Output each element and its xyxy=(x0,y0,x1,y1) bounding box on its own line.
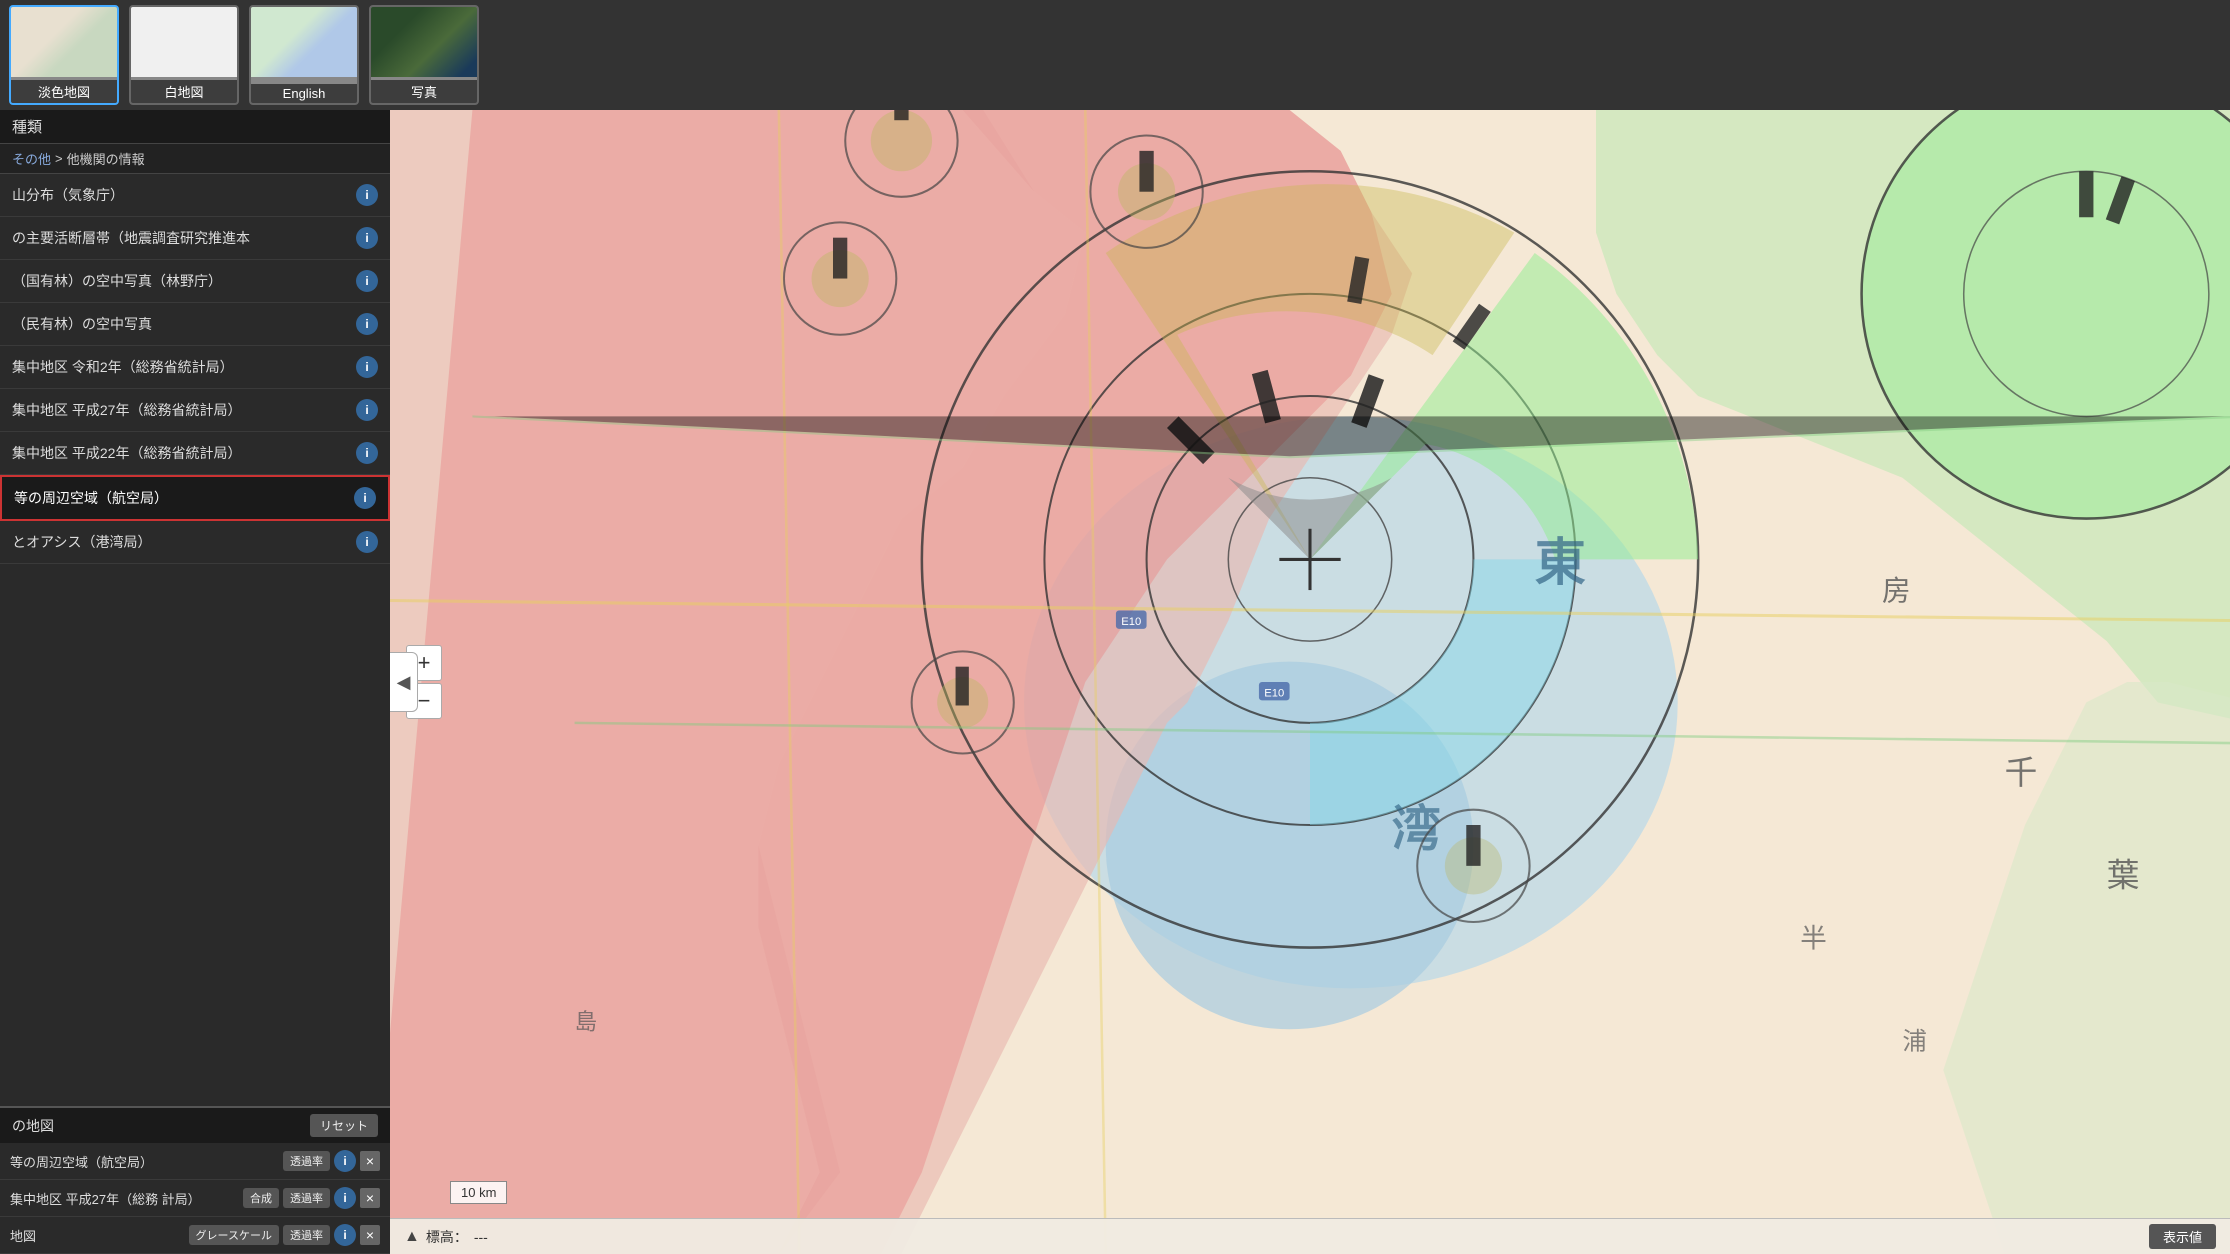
control-btn-active1-透過率[interactable]: 透過率 xyxy=(283,1151,330,1171)
active-info-btn-active2[interactable]: i xyxy=(334,1187,356,1209)
active-layer-name-active2: 集中地区 平成27年（総務 計局） xyxy=(10,1189,239,1208)
layer-name-layer6: 集中地区 平成27年（総務省統計局） xyxy=(12,400,241,420)
layer-item-layer9[interactable]: とオアシス（港湾局） i xyxy=(0,521,390,564)
close-btn-active2[interactable]: × xyxy=(360,1188,380,1208)
layer-list: 山分布（気象庁） i の主要活断層帯（地震調査研究推進本 i （国有林）の空中写… xyxy=(0,174,390,1106)
map-type-btn-tansyoku[interactable]: 淡色地図 xyxy=(9,5,119,105)
svg-text:半: 半 xyxy=(1800,924,1827,954)
btn-label-photo: 写真 xyxy=(371,80,477,103)
active-info-btn-active3[interactable]: i xyxy=(334,1224,356,1246)
active-layer-name-active1: 等の周辺空域（航空局） xyxy=(10,1152,279,1171)
info-btn-layer5[interactable]: i xyxy=(356,356,378,378)
map-svg: 東 湾 xyxy=(390,110,2230,1254)
control-btn-active2-透過率[interactable]: 透過率 xyxy=(283,1188,330,1208)
elevation-value: --- xyxy=(474,1229,488,1245)
svg-text:E10: E10 xyxy=(1121,616,1141,628)
info-btn-layer6[interactable]: i xyxy=(356,399,378,421)
info-btn-layer1[interactable]: i xyxy=(356,184,378,206)
layer-item-layer6[interactable]: 集中地区 平成27年（総務省統計局） i xyxy=(0,389,390,432)
active-layer-name-active3: 地図 xyxy=(10,1226,185,1245)
reset-button[interactable]: リセット xyxy=(310,1114,378,1137)
compass-icon: ▲ xyxy=(404,1228,420,1246)
info-btn-layer8[interactable]: i xyxy=(354,487,376,509)
close-btn-active3[interactable]: × xyxy=(360,1225,380,1245)
layer-name-layer4: （民有林）の空中写真 xyxy=(12,314,152,334)
layer-name-layer1: 山分布（気象庁） xyxy=(12,185,124,205)
top-bar: 淡色地図 白地図 English 写真 xyxy=(0,0,2230,110)
display-value-button[interactable]: 表示値 xyxy=(2149,1224,2216,1249)
svg-text:東: 東 xyxy=(1535,534,1586,591)
layer-name-layer3: （国有林）の空中写真（林野庁） xyxy=(12,271,222,291)
btn-preview-haku xyxy=(131,7,237,77)
control-btn-active3-グレースケール[interactable]: グレースケール xyxy=(189,1225,279,1245)
layer-name-layer2: の主要活断層帯（地震調査研究推進本 xyxy=(12,228,250,248)
layer-item-layer7[interactable]: 集中地区 平成22年（総務省統計局） i xyxy=(0,432,390,475)
main-layout: 種類 その他 > 他機関の情報 山分布（気象庁） i の主要活断層帯（地震調査研… xyxy=(0,110,2230,1254)
info-btn-layer2[interactable]: i xyxy=(356,227,378,249)
breadcrumb-parent[interactable]: その他 xyxy=(12,149,51,168)
breadcrumb: その他 > 他機関の情報 xyxy=(0,144,390,174)
btn-preview-english xyxy=(251,7,357,77)
layer-item-layer4[interactable]: （民有林）の空中写真 i xyxy=(0,303,390,346)
layer-name-layer8: 等の周辺空域（航空局） xyxy=(14,488,168,508)
layer-item-layer5[interactable]: 集中地区 令和2年（総務省統計局） i xyxy=(0,346,390,389)
svg-text:房: 房 xyxy=(1882,575,1911,607)
layer-name-layer7: 集中地区 平成22年（総務省統計局） xyxy=(12,443,241,463)
map-type-btn-photo[interactable]: 写真 xyxy=(369,5,479,105)
btn-label-english: English xyxy=(251,84,357,103)
close-btn-active1[interactable]: × xyxy=(360,1151,380,1171)
control-btn-active3-透過率[interactable]: 透過率 xyxy=(283,1225,330,1245)
layer-name-layer5: 集中地区 令和2年（総務省統計局） xyxy=(12,357,234,377)
info-btn-layer9[interactable]: i xyxy=(356,531,378,553)
map-type-btn-english[interactable]: English xyxy=(249,5,359,105)
svg-text:浦: 浦 xyxy=(1902,1028,1926,1056)
map-type-btn-haku[interactable]: 白地図 xyxy=(129,5,239,105)
btn-preview-photo xyxy=(371,7,477,77)
active-layer-active1: 等の周辺空域（航空局） 透過率 i × xyxy=(0,1143,390,1180)
map-area[interactable]: 東 湾 xyxy=(390,110,2230,1254)
info-btn-layer3[interactable]: i xyxy=(356,270,378,292)
layer-item-layer1[interactable]: 山分布（気象庁） i xyxy=(0,174,390,217)
svg-text:葉: 葉 xyxy=(2107,856,2140,893)
control-btn-active2-合成[interactable]: 合成 xyxy=(243,1188,279,1208)
elevation-display: ▲ 標高： --- xyxy=(404,1227,488,1247)
btn-label-tansyoku: 淡色地図 xyxy=(11,80,117,103)
btn-label-haku: 白地図 xyxy=(131,80,237,103)
active-layer-list: 等の周辺空域（航空局） 透過率 i × 集中地区 平成27年（総務 計局） 合成… xyxy=(0,1143,390,1254)
status-bar: ▲ 標高： --- 表示値 xyxy=(390,1218,2230,1254)
svg-text:千: 千 xyxy=(2005,754,2038,791)
section-title: 種類 xyxy=(0,110,390,144)
active-layer-active2: 集中地区 平成27年（総務 計局） 合成透過率 i × xyxy=(0,1180,390,1217)
breadcrumb-current: 他機関の情報 xyxy=(67,149,145,168)
layer-name-layer9: とオアシス（港湾局） xyxy=(12,532,151,552)
layer-item-layer3[interactable]: （国有林）の空中写真（林野庁） i xyxy=(0,260,390,303)
active-info-btn-active1[interactable]: i xyxy=(334,1150,356,1172)
info-btn-layer7[interactable]: i xyxy=(356,442,378,464)
sidebar: 種類 その他 > 他機関の情報 山分布（気象庁） i の主要活断層帯（地震調査研… xyxy=(0,110,390,1254)
layer-item-layer8[interactable]: 等の周辺空域（航空局） i xyxy=(0,475,390,521)
elevation-label: 標高： xyxy=(426,1227,468,1247)
scale-label: 10 km xyxy=(461,1185,496,1200)
layer-item-layer2[interactable]: の主要活断層帯（地震調査研究推進本 i xyxy=(0,217,390,260)
svg-text:島: 島 xyxy=(575,1009,597,1034)
svg-text:湾: 湾 xyxy=(1392,802,1441,856)
scale-bar: 10 km xyxy=(450,1181,507,1204)
active-layers-header: の地図 リセット xyxy=(0,1106,390,1143)
info-btn-layer4[interactable]: i xyxy=(356,313,378,335)
btn-preview-tansyoku xyxy=(11,7,117,77)
svg-text:E10: E10 xyxy=(1264,687,1284,699)
collapse-button[interactable]: ◀ xyxy=(390,652,418,712)
active-layers-title: の地図 xyxy=(12,1116,54,1136)
active-layer-active3: 地図 グレースケール透過率 i × xyxy=(0,1217,390,1254)
